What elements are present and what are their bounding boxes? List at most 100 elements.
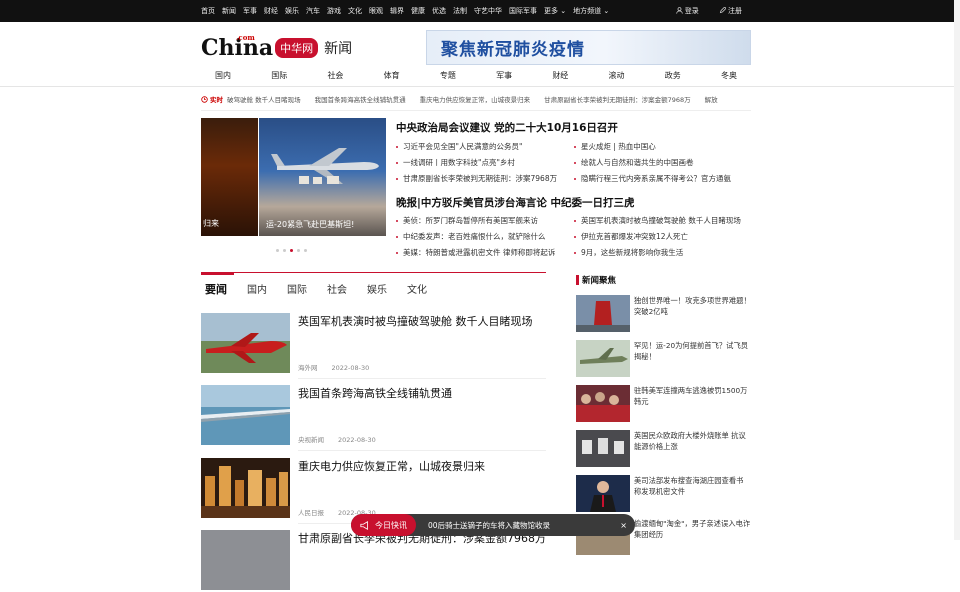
focus-item[interactable]: 驻韩美军连撞两车逃逸被罚1500万韩元 <box>576 385 751 423</box>
nav-divider <box>0 86 960 87</box>
nav-item[interactable]: 滚动 <box>595 70 639 81</box>
clock-icon <box>201 95 208 103</box>
article-title[interactable]: 重庆电力供应恢复正常，山城夜景归来 <box>298 458 485 474</box>
top-link[interactable]: 娱乐 <box>285 6 299 16</box>
headline-link[interactable]: 星火成炬 | 热血中国心 <box>574 139 731 155</box>
news-focus-heading: 新闻聚焦 <box>576 273 616 287</box>
headline-link[interactable]: 9月，这些新规将影响你我生活 <box>574 245 741 261</box>
headline-link[interactable]: 英国军机表演时被鸟撞破驾驶舱 数千人目睹现场 <box>574 213 741 229</box>
focus-thumbnail <box>576 475 630 512</box>
carousel-dot[interactable] <box>297 249 300 252</box>
carousel-slide-prev[interactable]: 归来 <box>201 118 258 236</box>
logo-china: China .com <box>201 33 274 61</box>
nav-item[interactable]: 专题 <box>426 70 470 81</box>
headline-link[interactable]: 一线调研丨用数字科技"点亮"乡村 <box>396 155 557 171</box>
photo-carousel[interactable]: 归来 运-20紧急飞赴巴基斯坦! <box>201 118 386 236</box>
article-thumbnail <box>201 385 290 445</box>
covid-banner[interactable]: 聚焦新冠肺炎疫情 <box>426 30 751 65</box>
article-title[interactable]: 英国军机表演时被鸟撞破驾驶舱 数千人目睹现场 <box>298 313 533 329</box>
site-logo[interactable]: China .com 中华网 新闻 <box>201 33 352 63</box>
slide-caption: 归来 <box>203 219 219 228</box>
focus-thumbnail <box>576 295 630 332</box>
focus-item[interactable]: 独创世界唯一！攻克多项世界难题！突破2亿吨 <box>576 295 751 333</box>
focus-thumbnail <box>576 340 630 377</box>
top-link[interactable]: 国际军事 <box>509 6 537 16</box>
tab-4[interactable]: 娱乐 <box>367 281 387 297</box>
top-link[interactable]: 更多 ⌄ <box>544 6 566 16</box>
top-link[interactable]: 眼观 <box>369 6 383 16</box>
focus-item[interactable]: 英国民众欧政府大楼外烧账单 抗议能源价格上涨 <box>576 430 751 468</box>
top-link[interactable]: 军事 <box>243 6 257 16</box>
tab-5[interactable]: 文化 <box>407 281 427 297</box>
carousel-slide-active[interactable]: 运-20紧急飞赴巴基斯坦! <box>259 118 386 236</box>
article-item[interactable]: 甘肃原副省长李荣被判无期徒刑：涉案金额7968万 <box>201 530 546 592</box>
top-link[interactable]: 财经 <box>264 6 278 16</box>
nav-item[interactable]: 政务 <box>651 70 695 81</box>
nav-item[interactable]: 社会 <box>313 70 357 81</box>
top-link[interactable]: 辑界 <box>390 6 404 16</box>
headline-second[interactable]: 晚报|中方驳斥美官员涉台海言论 中纪委一日打三虎 <box>396 195 635 210</box>
top-link[interactable]: 守艺中华 <box>474 6 502 16</box>
headline-link[interactable]: 习近平会见全国"人民满意的公务员" <box>396 139 557 155</box>
tab-2[interactable]: 国际 <box>287 281 307 297</box>
article-item[interactable]: 我国首条跨海高铁全线铺轨贯通 央视新闻 2022-08-30 <box>201 385 546 447</box>
flash-news-bar[interactable]: 今日快讯 00后骑士送镝子的车将入藏物馆收录 × <box>351 514 635 536</box>
top-link[interactable]: 优选 <box>432 6 446 16</box>
top-link[interactable]: 汽车 <box>306 6 320 16</box>
nav-item[interactable]: 体育 <box>370 70 414 81</box>
tab-3[interactable]: 社会 <box>327 281 347 297</box>
flash-message[interactable]: 00后骑士送镝子的车将入藏物馆收录 <box>428 520 620 531</box>
top-link[interactable]: 新闻 <box>222 6 236 16</box>
headline-link[interactable]: 甘肃原副省长李荣被判无期徒刑：涉案7968万 <box>396 171 557 187</box>
nav-item[interactable]: 国内 <box>201 70 245 81</box>
tab-0[interactable]: 要闻 <box>205 281 227 297</box>
carousel-dot[interactable] <box>276 249 279 252</box>
nav-item[interactable]: 国际 <box>257 70 301 81</box>
carousel-dot[interactable] <box>283 249 286 252</box>
article-thumbnail <box>201 313 290 373</box>
top-link[interactable]: 文化 <box>348 6 362 16</box>
ticker-item[interactable]: 解放 <box>705 96 718 104</box>
close-icon[interactable]: × <box>620 521 627 530</box>
main-navigation: 国内 国际 社会 体育 专题 军事 财经 滚动 政务 冬奥 <box>201 66 751 84</box>
divider <box>201 110 751 111</box>
nav-item[interactable]: 财经 <box>538 70 582 81</box>
headline-link[interactable]: 隐瞒行程三代内旁系亲属不得考公？官方通氨 <box>574 171 731 187</box>
headline-link[interactable]: 美媒：特朗普或泄露机密文件 律师称即将起诉 <box>396 245 555 261</box>
scrollbar[interactable] <box>954 0 960 540</box>
focus-item[interactable]: 美司法部发布搜查海湖庄园查看书 称发现机密文件 <box>576 475 751 513</box>
megaphone-icon <box>360 520 368 530</box>
ticker-item[interactable]: 重庆电力供应恢复正常，山城夜景归来 <box>420 96 531 104</box>
ticker-item[interactable]: 我国首条跨海高铁全线铺轨贯通 <box>315 96 406 104</box>
headline-link[interactable]: 美侦：所罗门群岛暂停所有美国军舰来访 <box>396 213 555 229</box>
article-thumbnail <box>201 530 290 590</box>
carousel-dot[interactable] <box>304 249 307 252</box>
top-link[interactable]: 首页 <box>201 6 215 16</box>
headline-top-links-right: 星火成炬 | 热血中国心 绘就人与自然和谐共生的中国画卷 隐瞒行程三代内旁系亲属不得… <box>574 139 731 187</box>
cargo-plane-image <box>271 148 379 184</box>
nav-item[interactable]: 冬奥 <box>707 70 751 81</box>
focus-item[interactable]: 罕见！运-20为何提前首飞？试飞员揭秘！ <box>576 340 751 378</box>
register-link[interactable]: 注册 <box>719 6 742 16</box>
ticker-item[interactable]: 甘肃原副省长李荣被判无期徒刑：涉案金额7968万 <box>544 96 691 104</box>
tab-1[interactable]: 国内 <box>247 281 267 297</box>
tabs-top-line <box>234 272 546 273</box>
carousel-dot[interactable] <box>290 249 293 252</box>
edit-icon <box>719 6 727 14</box>
headline-link[interactable]: 伊拉克首都爆发冲突致12人死亡 <box>574 229 741 245</box>
top-link[interactable]: 地方频道 ⌄ <box>573 6 609 16</box>
top-link[interactable]: 健康 <box>411 6 425 16</box>
account-links: 登录 注册 <box>675 0 742 22</box>
top-link[interactable]: 游戏 <box>327 6 341 16</box>
article-title[interactable]: 我国首条跨海高铁全线铺轨贯通 <box>298 385 452 401</box>
nav-item[interactable]: 军事 <box>482 70 526 81</box>
headline-top[interactable]: 中央政治局会议建议 党的二十大10月16日召开 <box>396 120 618 135</box>
article-item[interactable]: 重庆电力供应恢复正常，山城夜景归来 人民日报 2022-08-30 <box>201 458 546 520</box>
top-link[interactable]: 法制 <box>453 6 467 16</box>
login-link[interactable]: 登录 <box>675 6 699 16</box>
headline-link[interactable]: 绘就人与自然和谐共生的中国画卷 <box>574 155 731 171</box>
ticker-item[interactable]: 破驾驶舱 数千人目睹现场 <box>227 96 301 104</box>
headline-link[interactable]: 中纪委发声：老百姓痛恨什么，就铲除什么 <box>396 229 555 245</box>
focus-title: 驻韩美军连撞两车逃逸被罚1500万韩元 <box>634 386 748 406</box>
article-item[interactable]: 英国军机表演时被鸟撞破驾驶舱 数千人目睹现场 海外网 2022-08-30 <box>201 313 546 375</box>
